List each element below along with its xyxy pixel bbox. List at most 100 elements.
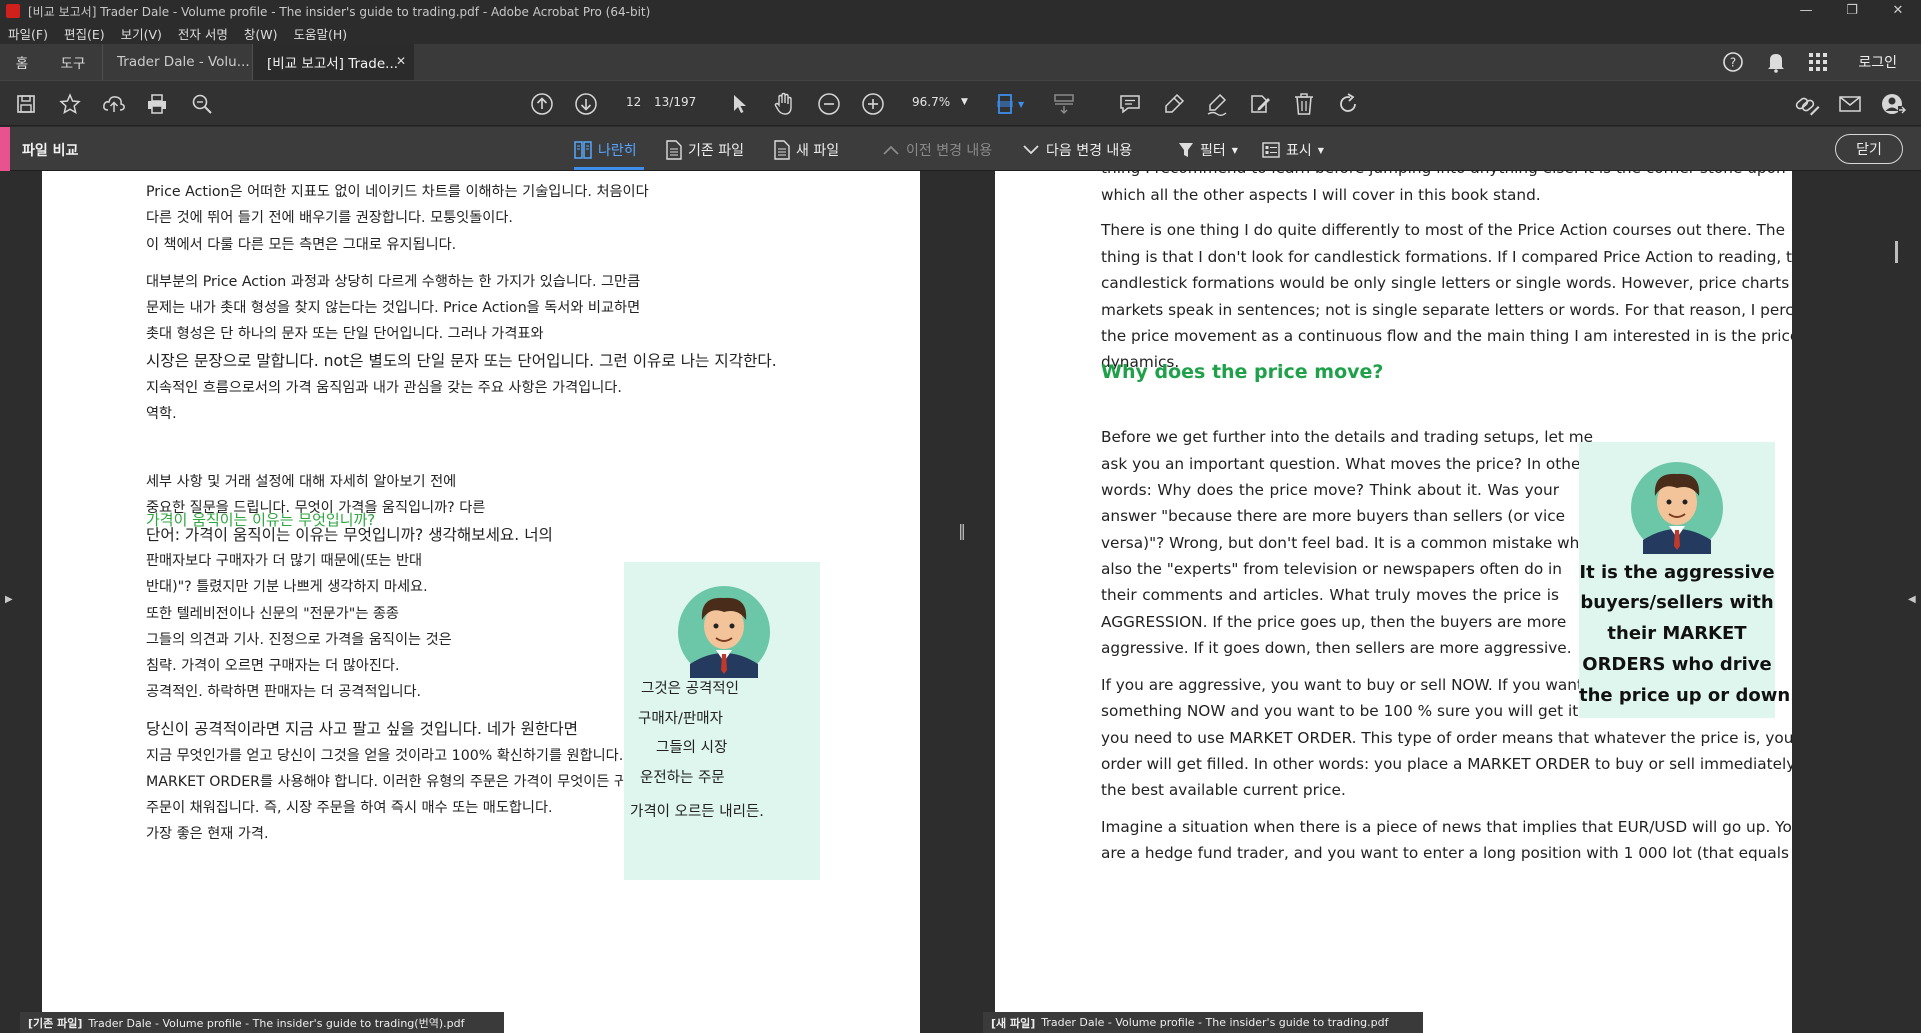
tab-label: Trader Dale - Volu... bbox=[117, 54, 250, 70]
original-file-label: 기존 파일 bbox=[688, 143, 744, 159]
zoom-in-icon[interactable] bbox=[859, 90, 887, 118]
rotate-icon[interactable] bbox=[1334, 90, 1362, 118]
tab-document-original[interactable]: Trader Dale - Volu... bbox=[102, 44, 252, 80]
compare-files-bar: 파일 비교 나란히 기존 파일 새 파일 이전 변경 내용 다음 변경 내용 필… bbox=[0, 127, 1921, 171]
new-file-page: thing I recommend to learn before jumpin… bbox=[995, 171, 1792, 1033]
text-line: 반대)"? 틀렸지만 기분 나쁘게 생각하지 마세요. bbox=[146, 579, 428, 595]
tab-tools[interactable]: 도구 bbox=[44, 44, 102, 80]
side-by-side-button[interactable]: 나란히 bbox=[574, 140, 637, 160]
close-compare-button[interactable]: 닫기 bbox=[1835, 134, 1903, 164]
save-icon[interactable] bbox=[12, 90, 40, 118]
callout-text: their MARKET bbox=[1607, 623, 1747, 644]
footer-filename: Trader Dale - Volume profile - The insid… bbox=[1041, 1016, 1389, 1029]
select-cursor-icon[interactable] bbox=[726, 90, 754, 118]
text-line: AGGRESSION. If the price goes up, then t… bbox=[1101, 613, 1567, 631]
english-heading: Why does the price move? bbox=[1101, 361, 1384, 383]
delete-icon[interactable] bbox=[1290, 90, 1318, 118]
zoom-search-icon[interactable] bbox=[188, 90, 216, 118]
original-file-page: Price Action은 어떠한 지표도 없이 네이키드 차트를 이해하는 기… bbox=[42, 171, 920, 1033]
menu-window[interactable]: 창(W) bbox=[236, 24, 286, 43]
trader-avatar-icon bbox=[1631, 462, 1723, 554]
text-line: thing is that I don't look for candlesti… bbox=[1101, 248, 1792, 266]
menu-esign[interactable]: 전자 서명 bbox=[170, 24, 236, 43]
text-line: 주문이 채워집니다. 즉, 시장 주문을 하여 즉시 매수 또는 매도합니다. bbox=[146, 800, 553, 816]
hand-tool-icon[interactable] bbox=[770, 90, 798, 118]
title-bar: [비교 보고서] Trader Dale - Volume profile - … bbox=[0, 0, 1921, 22]
apps-grid-icon[interactable] bbox=[1808, 52, 1828, 72]
footer-tag: [기존 파일] bbox=[28, 1016, 83, 1030]
document-workspace[interactable]: ▶ ◀ ‖ Price Action은 어떠한 지표도 없이 네이키드 차트를 … bbox=[0, 171, 1921, 1033]
tab-home[interactable]: 홈 bbox=[0, 44, 44, 80]
menu-file[interactable]: 파일(F) bbox=[0, 24, 56, 43]
text-line: 지속적인 흐름으로서의 가격 움직임과 내가 관심을 갖는 주요 사항은 가격입… bbox=[146, 380, 622, 396]
highlight-pen-icon[interactable] bbox=[1160, 90, 1188, 118]
new-file-button[interactable]: 새 파일 bbox=[774, 140, 839, 160]
chevron-up-icon bbox=[883, 145, 899, 155]
right-panel-toggle-icon[interactable]: ◀ bbox=[1908, 594, 1916, 605]
text-line: 지금 무엇인가를 얻고 당신이 그것을 얻을 것이라고 100% 확신하기를 원… bbox=[146, 748, 624, 764]
minimize-icon[interactable]: — bbox=[1783, 0, 1829, 22]
restore-icon[interactable]: ❐ bbox=[1829, 0, 1875, 22]
zoom-level-dropdown[interactable]: 96.7% bbox=[912, 95, 950, 109]
side-by-side-icon bbox=[574, 141, 592, 159]
previous-page-icon[interactable] bbox=[528, 90, 556, 118]
next-change-button[interactable]: 다음 변경 내용 bbox=[1022, 140, 1132, 160]
help-icon[interactable]: ? bbox=[1722, 51, 1744, 73]
tab-label: [비교 보고서] Trade... bbox=[267, 56, 399, 72]
sign-icon[interactable] bbox=[1203, 90, 1231, 118]
text-line: Price Action은 어떠한 지표도 없이 네이키드 차트를 이해하는 기… bbox=[146, 184, 649, 200]
email-icon[interactable] bbox=[1836, 90, 1864, 118]
text-line: thing I recommend to learn before jumpin… bbox=[1101, 171, 1786, 177]
page-number-input[interactable]: 12 bbox=[626, 95, 641, 109]
share-user-icon[interactable] bbox=[1880, 90, 1908, 118]
cloud-upload-icon[interactable] bbox=[100, 90, 128, 118]
original-file-button[interactable]: 기존 파일 bbox=[666, 140, 744, 160]
text-line: aggressive. If it goes down, then seller… bbox=[1101, 639, 1572, 657]
text-line: 문제는 내가 촛대 형성을 찾지 않는다는 것입니다. Price Action… bbox=[146, 300, 641, 316]
close-tab-icon[interactable]: ✕ bbox=[396, 54, 406, 68]
login-button[interactable]: 로그인 bbox=[1858, 52, 1897, 72]
scroll-mode-icon[interactable] bbox=[1050, 90, 1078, 118]
text-line: are a hedge fund trader, and you want to… bbox=[1101, 844, 1792, 862]
pane-splitter-handle[interactable]: ‖ bbox=[958, 521, 966, 540]
menu-edit[interactable]: 편집(E) bbox=[56, 24, 113, 43]
filter-button[interactable]: 필터 ▼ bbox=[1178, 140, 1238, 160]
text-line: 이 책에서 다룰 다른 모든 측면은 그대로 유지됩니다. bbox=[146, 237, 457, 253]
comment-icon[interactable] bbox=[1116, 90, 1144, 118]
callout-text: 가격이 오르든 내리든. bbox=[630, 804, 764, 820]
text-line: markets speak in sentences; not is singl… bbox=[1101, 301, 1792, 319]
close-window-icon[interactable]: ✕ bbox=[1875, 0, 1921, 22]
compare-title: 파일 비교 bbox=[22, 143, 79, 159]
new-file-label: 새 파일 bbox=[796, 143, 840, 159]
edit-pdf-icon[interactable] bbox=[1246, 90, 1274, 118]
link-edit-icon[interactable] bbox=[1793, 90, 1821, 118]
left-panel-toggle-icon[interactable]: ▶ bbox=[5, 594, 13, 605]
text-line: 다른 것에 뛰어 들기 전에 배우기를 권장합니다. 모퉁잇돌이다. bbox=[146, 210, 513, 226]
text-line: 역학. bbox=[146, 406, 177, 422]
side-by-side-label: 나란히 bbox=[598, 143, 637, 159]
display-list-icon bbox=[1262, 142, 1280, 158]
menu-view[interactable]: 보기(V) bbox=[113, 24, 170, 43]
callout-box: 그것은 공격적인 구매자/판매자 그들의 시장 운전하는 주문 가격이 오르든 내리든. bbox=[624, 562, 820, 880]
account-tools: ? 로그인 bbox=[1722, 44, 1921, 80]
page-total: 13/197 bbox=[654, 95, 697, 109]
text-line: their comments and articles. What truly … bbox=[1101, 586, 1559, 604]
callout-text: 운전하는 주문 bbox=[640, 770, 725, 786]
callout-text: the price up or down. bbox=[1579, 685, 1792, 706]
next-page-icon[interactable] bbox=[572, 90, 600, 118]
text-line: 침략. 가격이 오르면 구매자는 더 많아진다. bbox=[146, 658, 400, 674]
menu-help[interactable]: 도움말(H) bbox=[286, 24, 356, 43]
tab-document-compare-report[interactable]: [비교 보고서] Trade... ✕ bbox=[252, 44, 414, 80]
previous-change-button[interactable]: 이전 변경 내용 bbox=[882, 140, 992, 160]
page-fit-icon[interactable]: ▼ bbox=[996, 90, 1024, 118]
text-line: If you are aggressive, you want to buy o… bbox=[1101, 676, 1583, 694]
star-icon[interactable] bbox=[56, 90, 84, 118]
callout-text: buyers/sellers with bbox=[1580, 592, 1774, 613]
scrollbar-thumb[interactable] bbox=[1895, 241, 1898, 263]
zoom-dropdown-chevron-icon[interactable]: ▼ bbox=[961, 97, 968, 107]
notification-bell-icon[interactable] bbox=[1766, 51, 1786, 73]
display-button[interactable]: 표시 ▼ bbox=[1262, 140, 1324, 160]
print-icon[interactable] bbox=[143, 90, 171, 118]
zoom-out-icon[interactable] bbox=[815, 90, 843, 118]
footer-filename: Trader Dale - Volume profile - The insid… bbox=[88, 1016, 465, 1030]
